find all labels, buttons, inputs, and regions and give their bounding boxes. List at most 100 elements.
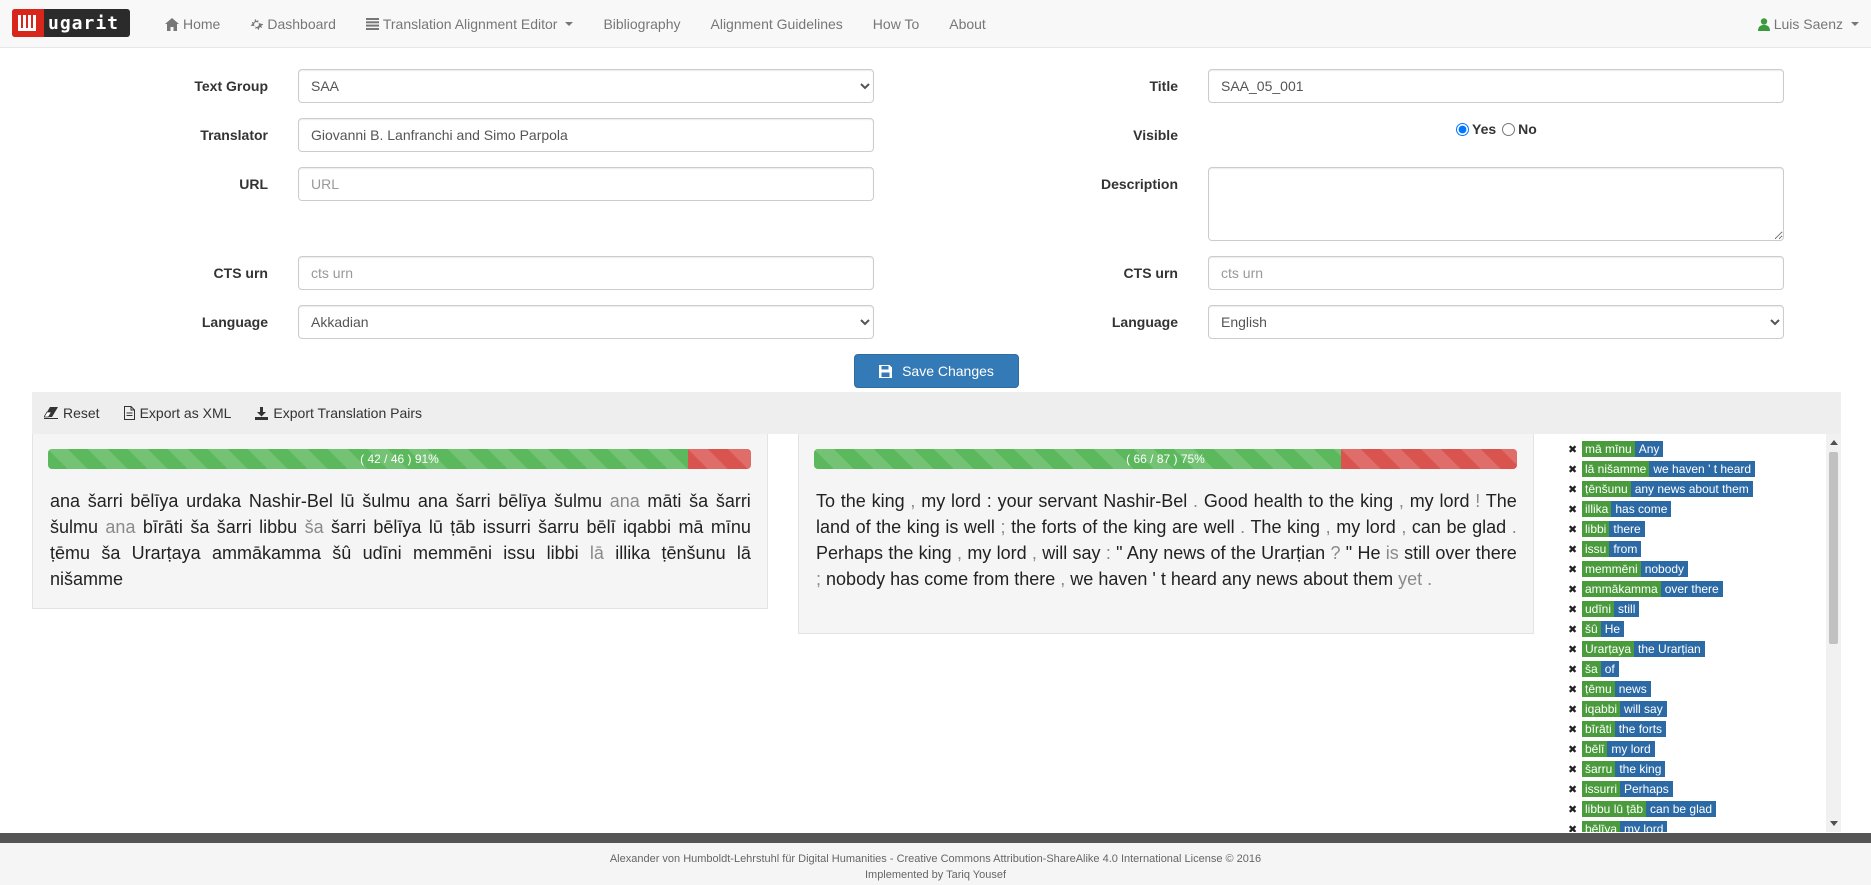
target-token[interactable]: haven bbox=[1098, 569, 1147, 589]
target-token[interactable]: over bbox=[1435, 543, 1470, 563]
target-token[interactable]: king bbox=[919, 543, 952, 563]
target-token[interactable]: . bbox=[1240, 517, 1245, 537]
source-token[interactable]: libbi bbox=[547, 543, 579, 563]
remove-pair-icon[interactable]: ✖ bbox=[1568, 823, 1582, 833]
nav-home[interactable]: Home bbox=[150, 0, 235, 48]
description-textarea[interactable] bbox=[1208, 167, 1784, 241]
target-token[interactable]: " bbox=[1346, 543, 1352, 563]
target-token[interactable]: to bbox=[1308, 491, 1323, 511]
pair-source[interactable]: iqabbi bbox=[1582, 701, 1621, 717]
target-token[interactable]: , bbox=[1060, 569, 1065, 589]
export-xml-button[interactable]: Export as XML bbox=[123, 405, 231, 421]
remove-pair-icon[interactable]: ✖ bbox=[1568, 783, 1582, 796]
pair-source[interactable]: libbi bbox=[1582, 521, 1610, 537]
source-token[interactable]: šarri bbox=[456, 491, 491, 511]
target-token[interactable]: He bbox=[1357, 543, 1380, 563]
scroll-down-arrow-icon[interactable] bbox=[1830, 821, 1838, 826]
remove-pair-icon[interactable]: ✖ bbox=[1568, 743, 1582, 756]
pair-source[interactable]: bēlīya bbox=[1582, 821, 1621, 832]
target-token[interactable]: land bbox=[816, 517, 850, 537]
source-token[interactable]: issurri bbox=[483, 517, 531, 537]
pair-target[interactable]: over there bbox=[1660, 581, 1723, 597]
language-left-select[interactable]: Akkadian bbox=[298, 305, 874, 339]
target-token[interactable]: king bbox=[907, 517, 940, 537]
remove-pair-icon[interactable]: ✖ bbox=[1568, 543, 1582, 556]
pair-source[interactable]: ṭēnšunu bbox=[1582, 481, 1631, 497]
target-token[interactable]: are bbox=[1172, 517, 1198, 537]
target-token[interactable]: we bbox=[1070, 569, 1093, 589]
scroll-up-arrow-icon[interactable] bbox=[1830, 440, 1838, 445]
source-token[interactable]: ša bbox=[305, 517, 324, 537]
pair-source[interactable]: udīni bbox=[1582, 601, 1615, 617]
source-token[interactable]: udīni bbox=[363, 543, 402, 563]
target-token[interactable]: news bbox=[1163, 543, 1205, 563]
source-token[interactable]: māti bbox=[647, 491, 681, 511]
user-menu[interactable]: Luis Saenz bbox=[1757, 0, 1859, 48]
target-token[interactable]: . bbox=[1512, 517, 1517, 537]
remove-pair-icon[interactable]: ✖ bbox=[1568, 443, 1582, 456]
pair-source[interactable]: ṭēmu bbox=[1582, 681, 1615, 697]
source-token[interactable]: mā bbox=[678, 517, 703, 537]
cts-urn-left-input[interactable] bbox=[298, 256, 874, 290]
source-token[interactable]: lā bbox=[590, 543, 604, 563]
pair-target[interactable]: we haven ' t heard bbox=[1649, 461, 1756, 477]
source-token[interactable]: bēlī bbox=[587, 517, 616, 537]
pair-source[interactable]: Urarṭaya bbox=[1582, 641, 1635, 657]
target-token[interactable]: king bbox=[1287, 517, 1320, 537]
remove-pair-icon[interactable]: ✖ bbox=[1568, 623, 1582, 636]
target-token[interactable]: my bbox=[1410, 491, 1434, 511]
remove-pair-icon[interactable]: ✖ bbox=[1568, 703, 1582, 716]
remove-pair-icon[interactable]: ✖ bbox=[1568, 603, 1582, 616]
target-token[interactable]: The bbox=[1486, 491, 1517, 511]
source-token[interactable]: lū bbox=[341, 491, 355, 511]
target-token[interactable]: forts bbox=[1042, 517, 1077, 537]
export-pairs-button[interactable]: Export Translation Pairs bbox=[255, 405, 422, 421]
target-token[interactable]: , bbox=[910, 491, 915, 511]
source-token[interactable]: šarri bbox=[88, 491, 123, 511]
brand-logo[interactable]: ugarit bbox=[12, 9, 130, 37]
target-token[interactable]: heard bbox=[1171, 569, 1217, 589]
target-token[interactable]: king bbox=[1360, 491, 1393, 511]
nav-alignment-guidelines[interactable]: Alignment Guidelines bbox=[696, 0, 858, 48]
remove-pair-icon[interactable]: ✖ bbox=[1568, 523, 1582, 536]
pair-source[interactable]: šû bbox=[1582, 621, 1601, 637]
target-token[interactable]: lord bbox=[997, 543, 1027, 563]
target-token[interactable]: news bbox=[1256, 569, 1298, 589]
target-token[interactable]: ; bbox=[816, 569, 821, 589]
source-token[interactable]: ana bbox=[418, 491, 448, 511]
target-token[interactable]: can bbox=[1412, 517, 1441, 537]
pairs-scrollbar[interactable] bbox=[1826, 434, 1841, 832]
target-token[interactable]: well bbox=[964, 517, 995, 537]
visible-no-radio[interactable] bbox=[1502, 122, 1516, 136]
source-token[interactable]: šarri bbox=[217, 517, 252, 537]
pair-target[interactable]: the Urarṭian bbox=[1634, 641, 1705, 657]
source-token[interactable]: ṭāb bbox=[450, 517, 475, 537]
source-token[interactable]: ša bbox=[101, 543, 120, 563]
target-token[interactable]: any bbox=[1222, 569, 1251, 589]
save-changes-button[interactable]: Save Changes bbox=[854, 354, 1019, 388]
target-token[interactable]: is bbox=[945, 517, 958, 537]
pair-target[interactable]: there bbox=[1609, 521, 1645, 537]
remove-pair-icon[interactable]: ✖ bbox=[1568, 483, 1582, 496]
target-token[interactable]: Urarṭian bbox=[1261, 543, 1325, 563]
target-token[interactable]: the bbox=[1329, 491, 1354, 511]
target-token[interactable]: . bbox=[1427, 569, 1432, 589]
source-token[interactable]: Nashir-Bel bbox=[249, 491, 333, 511]
target-token[interactable]: about bbox=[1303, 569, 1348, 589]
target-token[interactable]: Any bbox=[1127, 543, 1158, 563]
target-token[interactable]: yet bbox=[1398, 569, 1422, 589]
text-group-select[interactable]: SAA bbox=[298, 69, 874, 103]
target-token[interactable]: the bbox=[1103, 517, 1128, 537]
target-token[interactable]: Nashir-Bel bbox=[1103, 491, 1187, 511]
target-token[interactable]: from bbox=[973, 569, 1009, 589]
target-token[interactable]: my bbox=[967, 543, 991, 563]
pair-source[interactable]: mā mīnu bbox=[1582, 441, 1635, 457]
target-token[interactable]: say bbox=[1073, 543, 1101, 563]
source-token[interactable]: bīrāti bbox=[143, 517, 183, 537]
source-token[interactable]: bēlīya bbox=[373, 517, 421, 537]
target-token[interactable]: The bbox=[1250, 517, 1281, 537]
visible-yes-radio[interactable] bbox=[1456, 122, 1469, 136]
source-token[interactable]: illika bbox=[615, 543, 650, 563]
source-token[interactable]: lā bbox=[737, 543, 751, 563]
target-token[interactable]: of bbox=[1211, 543, 1226, 563]
